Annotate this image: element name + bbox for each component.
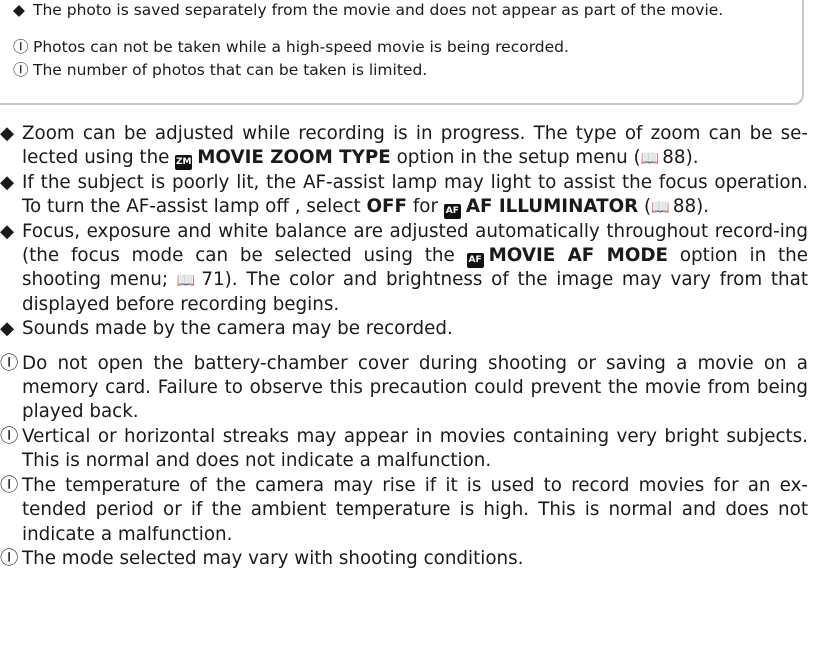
af-illuminator-icon: AF (443, 204, 461, 220)
caution-mode: Ⓘ The mode selected may vary with shooti… (0, 547, 815, 571)
bullet-icon: ◆ (0, 123, 15, 144)
caution-icon: Ⓘ (0, 547, 19, 569)
caution-icon: Ⓘ (13, 61, 29, 79)
caution-icon: Ⓘ (13, 38, 29, 56)
note-line-photo-saved: ◆ The photo is saved separately from the … (13, 1, 724, 19)
caution-icon: Ⓘ (0, 425, 19, 447)
tip-zoom: ◆ Zoom can be adjusted while recording i… (0, 123, 808, 171)
book-icon: 📖 (651, 198, 670, 217)
caution-battery: Ⓘ Do not open the battery-chamber cover … (0, 352, 808, 423)
page-ref: 88 (672, 196, 697, 218)
note-line-high-speed: Ⓘ Photos can not be taken while a high-sp… (13, 38, 569, 56)
movie-zoom-icon: ZM (175, 155, 193, 171)
movie-af-mode-icon: AF (466, 253, 484, 269)
bullet-icon: ◆ (0, 318, 15, 340)
menu-option-label: MOVIE AF MODE (488, 245, 669, 267)
note-line-limited: Ⓘ The number of photos that can be taken … (13, 61, 428, 79)
page-ref: 71 (201, 269, 225, 291)
tip-af-assist: ◆ If the subject is poorly lit, the AF-a… (0, 171, 808, 220)
bullet-icon: ◆ (0, 220, 15, 242)
caution-streaks: Ⓘ Vertical or horizontal streaks may app… (0, 425, 808, 472)
book-icon: 📖 (640, 149, 660, 168)
bullet-icon: ◆ (13, 1, 25, 19)
main-content: ◆ Zoom can be adjusted while recording i… (0, 122, 815, 571)
caution-icon: Ⓘ (0, 474, 19, 496)
menu-option-label: MOVIE ZOOM TYPE (197, 147, 391, 169)
tip-sounds: ◆ Sounds made by the camera may be recor… (0, 317, 815, 341)
book-icon: 📖 (176, 271, 199, 290)
page-ref: 88 (662, 147, 686, 169)
caution-temperature: Ⓘ The temperature of the camera may rise… (0, 474, 808, 545)
bullet-icon: ◆ (0, 171, 15, 193)
menu-option-label: AF ILLUMINATOR (465, 196, 639, 218)
tip-focus: ◆ Focus, exposure and white balance are … (0, 220, 808, 315)
caution-icon: Ⓘ (0, 352, 19, 374)
